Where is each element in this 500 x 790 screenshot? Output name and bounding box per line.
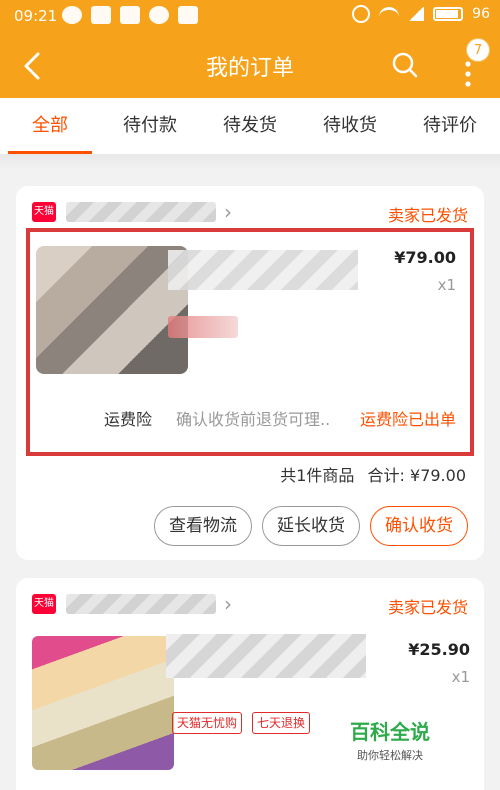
highlight-annotation-box: ¥79.00 x1 运费险 确认收货前退货可理.. 运费险已出单 [26, 228, 474, 456]
product-image[interactable] [32, 636, 174, 770]
product-tag-blurred [168, 316, 238, 338]
alarm-icon [352, 5, 371, 23]
order-actions: 查看物流 延长收货 确认收货 [154, 506, 468, 546]
insurance-description[interactable]: 确认收货前退货可理.. [176, 406, 330, 430]
tab-pending-payment[interactable]: 待付款 [100, 98, 200, 154]
product-title-blurred[interactable] [168, 250, 358, 290]
watermark-main: 百科全说 [350, 720, 430, 744]
shop-link[interactable]: 天猫 › [32, 200, 232, 224]
status-indicators: 96 [352, 5, 490, 23]
confirm-receipt-button[interactable]: 确认收货 [370, 506, 468, 546]
tmall-logo: 天猫 [32, 594, 56, 614]
product-price: ¥25.90 [408, 640, 470, 659]
upload-notification-icon [91, 6, 111, 24]
chevron-right-icon: › [224, 592, 232, 616]
tab-pending-receipt[interactable]: 待收货 [300, 98, 400, 154]
order-tabs: 全部 待付款 待发货 待收货 待评价 [0, 98, 500, 154]
product-quantity: x1 [451, 668, 470, 686]
product-quantity: x1 [437, 276, 456, 294]
chat-notification-icon [62, 6, 82, 24]
chevron-right-icon: › [224, 200, 232, 224]
battery-level: 96 [472, 6, 490, 22]
order-card: 天猫 › 卖家已发货 ¥79.00 x1 运费险 确认收货前退货可理.. 运费险… [16, 186, 484, 560]
insurance-label: 运费险 [104, 410, 153, 429]
message-notification-icon [149, 6, 169, 24]
product-price: ¥79.00 [394, 248, 456, 267]
signal-icon [408, 7, 425, 21]
insurance-status: 运费险已出单 [359, 410, 456, 429]
tab-pending-review[interactable]: 待评价 [400, 98, 500, 154]
total-amount: ¥79.00 [410, 466, 466, 485]
tabs-divider [0, 154, 500, 170]
service-tag: 七天退换 [252, 712, 311, 734]
order-status: 卖家已发货 [387, 206, 468, 225]
title-bar: 我的订单 7 [0, 34, 500, 98]
search-button[interactable] [388, 48, 422, 82]
tmall-logo: 天猫 [32, 202, 56, 222]
shop-link[interactable]: 天猫 › [32, 592, 232, 616]
status-time: 09:21 [14, 7, 58, 25]
image-notification-icon [120, 6, 140, 24]
notification-icons [62, 6, 198, 24]
search-icon [392, 52, 418, 78]
order-summary: 共1件商品 合计: ¥79.00 [280, 462, 466, 486]
order-status: 卖家已发货 [387, 598, 468, 617]
page-title: 我的订单 [205, 56, 294, 81]
tab-pending-shipment[interactable]: 待发货 [200, 98, 300, 154]
shop-name-blurred [66, 202, 216, 222]
tab-all[interactable]: 全部 [0, 98, 100, 154]
status-bar: 09:21 96 [0, 0, 500, 34]
product-image[interactable] [36, 246, 188, 374]
app-notification-icon [178, 6, 198, 24]
product-title-blurred[interactable] [166, 634, 366, 678]
watermark-sub: 助你轻松解决 [357, 749, 423, 762]
view-logistics-button[interactable]: 查看物流 [154, 506, 252, 546]
item-count: 共1件商品 [280, 466, 355, 485]
watermark-logo: 百科全说 助你轻松解决 [350, 716, 430, 763]
wifi-icon [379, 7, 400, 21]
message-count-badge: 7 [466, 38, 490, 62]
service-tag: 天猫无忧购 [172, 712, 243, 734]
extend-receipt-button[interactable]: 延长收货 [262, 506, 360, 546]
battery-icon [433, 7, 464, 21]
shop-name-blurred [66, 594, 216, 614]
total-label: 合计: [367, 466, 405, 485]
